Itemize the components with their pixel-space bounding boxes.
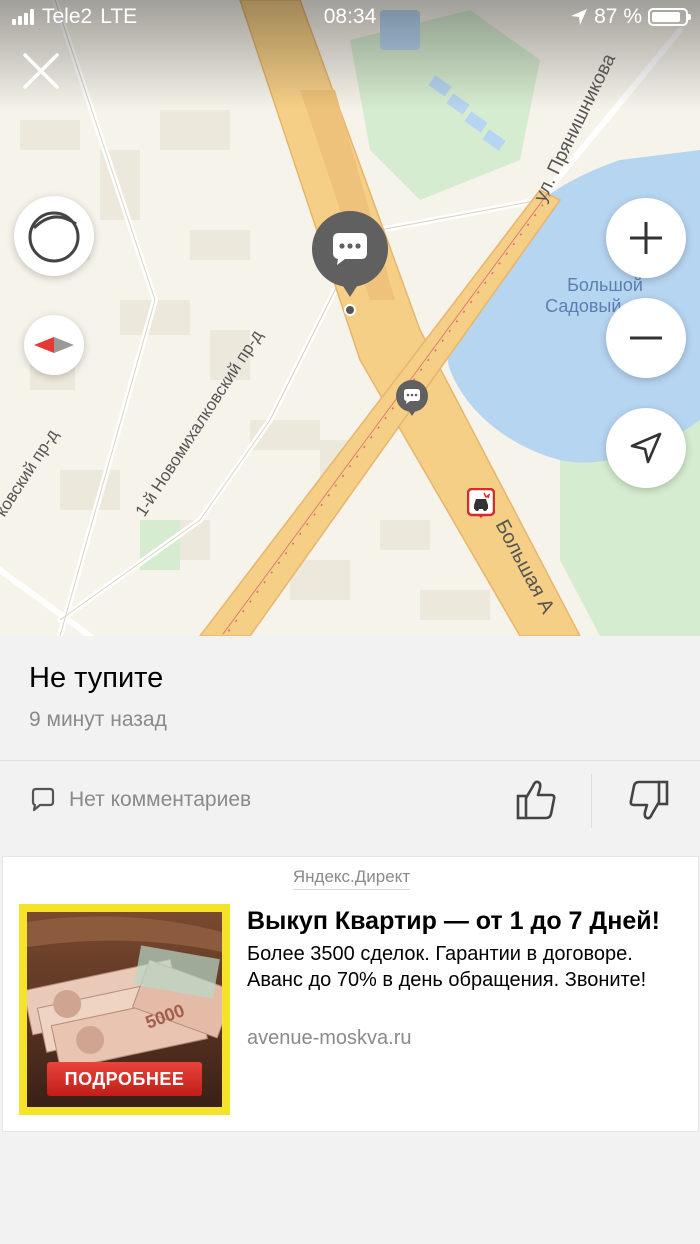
ad-image[interactable]: 5000 ПОДРОБНЕЕ: [19, 904, 230, 1115]
event-title: Не тупите: [29, 662, 164, 694]
dislike-button[interactable]: [624, 776, 672, 824]
carrier: Tele2: [42, 5, 93, 28]
comment-icon: [31, 787, 55, 812]
ad-cta-button[interactable]: ПОДРОБНЕЕ: [47, 1062, 202, 1096]
ad-block[interactable]: Яндекс.Директ 5000 ПОДРОБНЕЕ Выкуп Кварт…: [2, 856, 699, 1132]
small-event-pin[interactable]: [396, 380, 428, 416]
circle-outline-icon: [28, 211, 80, 263]
vote-separator: [591, 774, 592, 828]
ad-body: Более 3500 сделок. Гарантии в договоре. …: [247, 943, 647, 991]
ad-domain[interactable]: avenue-moskva.ru: [247, 1027, 412, 1050]
status-bar: Tele2 LTE 08:34 87 %: [0, 0, 700, 34]
signal-icon: [12, 9, 34, 25]
close-button[interactable]: [20, 50, 62, 92]
event-time: 9 минут назад: [29, 708, 167, 731]
event-pin[interactable]: [311, 211, 389, 297]
minus-icon: [630, 336, 662, 340]
zoom-in-button[interactable]: [606, 198, 686, 278]
ad-headline[interactable]: Выкуп Квартир — от 1 до 7 Дней!: [247, 907, 660, 936]
compass-icon: [34, 337, 74, 353]
status-right: 87 %: [570, 5, 691, 29]
like-button[interactable]: [513, 776, 561, 824]
ad-source-label: Яндекс.Директ: [292, 867, 411, 890]
thumbs-up-icon: [516, 780, 556, 820]
status-left: Tele2 LTE: [12, 5, 137, 29]
chat-bubble-icon: [396, 380, 428, 416]
card-divider: [0, 760, 700, 761]
plus-icon: [630, 222, 662, 254]
thumbs-down-icon: [629, 780, 669, 820]
location-arrow-icon: [630, 432, 662, 464]
event-card: Не тупите 9 минут назад Нет комментариев: [0, 636, 700, 842]
ad-source: Яндекс.Директ: [3, 867, 700, 890]
comments-button[interactable]: Нет комментариев: [29, 786, 251, 814]
accident-marker[interactable]: [466, 487, 496, 518]
car-accident-icon: [466, 487, 496, 518]
battery-icon: [648, 8, 691, 26]
network-type: LTE: [100, 5, 138, 28]
layers-button[interactable]: [14, 196, 94, 276]
battery-percent: 87 %: [594, 5, 642, 28]
my-location-button[interactable]: [606, 408, 686, 488]
close-icon: [23, 53, 59, 89]
location-services-icon: [571, 9, 588, 25]
zoom-out-button[interactable]: [606, 298, 686, 378]
map-view[interactable]: ул. Прянишникова 1-й Новомихалковский пр…: [0, 0, 700, 636]
chat-bubble-icon: [312, 211, 388, 297]
compass-button[interactable]: [24, 315, 84, 375]
pond-label-line1: Большой: [567, 275, 643, 295]
app-root: ул. Прянишникова 1-й Новомихалковский пр…: [0, 0, 700, 1244]
ad-image-inner: 5000 ПОДРОБНЕЕ: [27, 912, 222, 1107]
battery-fill: [652, 12, 680, 22]
comments-label: Нет комментариев: [69, 788, 252, 811]
